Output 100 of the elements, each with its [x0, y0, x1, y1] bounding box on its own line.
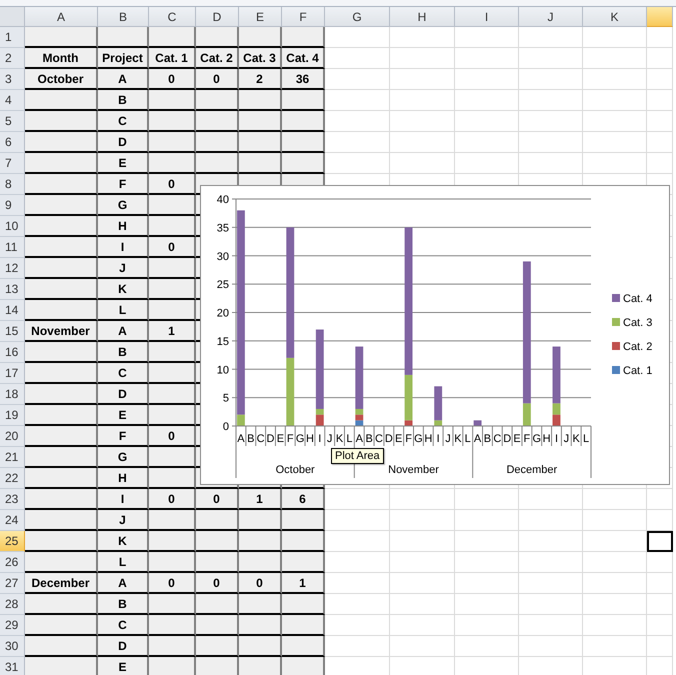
legend-label: Cat. 4 — [623, 293, 652, 305]
column-header[interactable]: H — [390, 7, 455, 27]
row-header[interactable]: 19 — [0, 405, 25, 426]
chart-area[interactable]: 0 5 10 15 20 25 30 35 40 A B C D E F G H I J K L A B C D E F G H I J K L A B C D E F G H I J K L October November December Cat. 4 Cat. 3 Cat. 2 Cat. 1 Plot Area — [200, 185, 670, 485]
table-cell — [519, 489, 583, 510]
table-cell — [647, 489, 673, 510]
table-cell — [325, 111, 390, 132]
table-cell — [455, 531, 519, 552]
table-cell: 0 — [149, 573, 196, 594]
column-header[interactable]: J — [519, 7, 583, 27]
column-header[interactable]: I — [455, 7, 519, 27]
row-header[interactable]: 29 — [0, 615, 25, 636]
row-header[interactable]: 22 — [0, 468, 25, 489]
table-cell: E — [98, 405, 149, 426]
row-header[interactable]: 1 — [0, 27, 25, 48]
row-header[interactable]: 15 — [0, 321, 25, 342]
row-header[interactable]: 2 — [0, 48, 25, 69]
table-cell — [282, 132, 325, 153]
table-cell: G — [98, 447, 149, 468]
row-header[interactable]: 3 — [0, 69, 25, 90]
row-header[interactable]: 8 — [0, 174, 25, 195]
table-cell: November — [25, 321, 98, 342]
column-header[interactable]: E — [239, 7, 282, 27]
row-header[interactable]: 12 — [0, 258, 25, 279]
table-cell — [647, 594, 673, 615]
table-cell: F — [98, 426, 149, 447]
column-header[interactable]: F — [282, 7, 325, 27]
table-cell — [282, 90, 325, 111]
table-cell: D — [98, 636, 149, 657]
table-cell — [325, 69, 390, 90]
table-cell — [390, 552, 455, 573]
month-label: November — [388, 464, 439, 476]
table-cell — [390, 69, 455, 90]
row-header[interactable]: 25 — [0, 531, 25, 552]
table-cell — [390, 132, 455, 153]
category-label: L — [464, 433, 471, 445]
table-cell — [239, 510, 282, 531]
row-header[interactable]: 4 — [0, 90, 25, 111]
table-cell: 0 — [239, 573, 282, 594]
table-cell — [390, 636, 455, 657]
row-header[interactable]: 30 — [0, 636, 25, 657]
table-cell — [149, 27, 196, 48]
row-header[interactable]: 16 — [0, 342, 25, 363]
row-header[interactable]: 21 — [0, 447, 25, 468]
row-header[interactable]: 24 — [0, 510, 25, 531]
table-cell — [583, 573, 647, 594]
table-cell — [519, 636, 583, 657]
table-cell: B — [98, 342, 149, 363]
table-cell — [325, 531, 390, 552]
row-header[interactable]: 10 — [0, 216, 25, 237]
column-header[interactable]: D — [196, 7, 239, 27]
table-cell — [149, 279, 196, 300]
y-tick-label: 10 — [216, 364, 229, 376]
table-cell — [455, 552, 519, 573]
row-header[interactable]: 5 — [0, 111, 25, 132]
row-header[interactable]: 26 — [0, 552, 25, 573]
row-header[interactable]: 7 — [0, 153, 25, 174]
row-header[interactable]: 6 — [0, 132, 25, 153]
table-cell: H — [98, 216, 149, 237]
category-label: K — [336, 433, 344, 445]
tooltip: Plot Area — [331, 448, 384, 464]
row-header[interactable]: 31 — [0, 657, 25, 675]
row-header[interactable]: 17 — [0, 363, 25, 384]
column-header[interactable]: C — [149, 7, 196, 27]
table-cell — [455, 69, 519, 90]
row-header[interactable]: 23 — [0, 489, 25, 510]
row-header[interactable]: 11 — [0, 237, 25, 258]
legend-label: Cat. 2 — [623, 341, 652, 353]
table-cell: Month — [25, 48, 98, 69]
category-label: C — [493, 433, 502, 445]
table-cell: Cat. 2 — [196, 48, 239, 69]
table-cell — [149, 552, 196, 573]
table-cell: B — [98, 90, 149, 111]
table-cell — [519, 615, 583, 636]
column-header[interactable]: A — [25, 7, 98, 27]
row-header[interactable]: 9 — [0, 195, 25, 216]
category-label: H — [424, 433, 432, 445]
table-cell — [239, 615, 282, 636]
selected-cell[interactable] — [647, 531, 673, 552]
row-header[interactable]: 14 — [0, 300, 25, 321]
table-cell — [583, 636, 647, 657]
table-cell — [455, 636, 519, 657]
column-header[interactable] — [647, 7, 673, 27]
table-cell: Project — [98, 48, 149, 69]
row-header[interactable]: 20 — [0, 426, 25, 447]
column-header[interactable]: B — [98, 7, 149, 27]
table-cell: 0 — [196, 573, 239, 594]
table-cell — [390, 90, 455, 111]
column-header[interactable]: K — [583, 7, 647, 27]
table-cell: 0 — [149, 69, 196, 90]
table-cell — [149, 384, 196, 405]
select-all-corner[interactable] — [0, 7, 25, 27]
table-cell — [647, 552, 673, 573]
column-header[interactable]: G — [325, 7, 390, 27]
row-header[interactable]: 13 — [0, 279, 25, 300]
table-cell — [196, 531, 239, 552]
row-header[interactable]: 18 — [0, 384, 25, 405]
table-cell — [647, 69, 673, 90]
row-header[interactable]: 28 — [0, 594, 25, 615]
row-header[interactable]: 27 — [0, 573, 25, 594]
